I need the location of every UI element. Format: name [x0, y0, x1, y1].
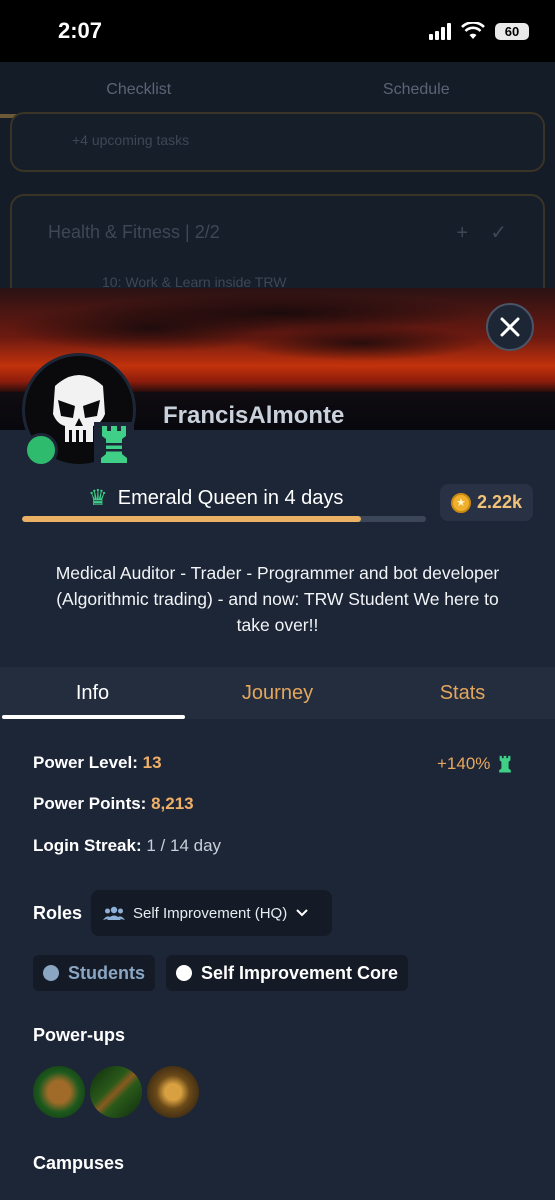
rank-text: Emerald Queen in 4 days	[117, 486, 344, 509]
role-pill-label: Students	[68, 962, 146, 983]
campuses-label: Campuses	[33, 1153, 125, 1173]
login-streak-value: 1 / 14 day	[146, 836, 222, 855]
powerup-matrix-wand-icon[interactable]	[90, 1066, 142, 1118]
background-screen: Checklist Schedule +4 upcoming tasks Hea…	[0, 62, 555, 288]
rook-icon	[499, 755, 512, 773]
background-tab-schedule: Schedule	[382, 81, 450, 98]
active-tab-indicator	[2, 715, 185, 719]
power-points-label: Power Points:	[33, 794, 147, 813]
power-level-value: 13	[142, 753, 162, 772]
power-points-value: 8,213	[151, 794, 194, 813]
rank-progress-bar	[22, 516, 426, 522]
background-card-text: +4 upcoming tasks	[72, 132, 190, 148]
profile-bio: Medical Auditor - Trader - Programmer an…	[55, 563, 500, 635]
cellular-signal-icon	[429, 22, 451, 40]
rook-rank-badge-icon	[94, 422, 134, 466]
queen-crown-icon: ♛	[88, 485, 108, 510]
close-icon	[500, 317, 520, 337]
chevron-down-icon	[296, 909, 308, 917]
background-tab-checklist: Checklist	[106, 81, 172, 98]
role-color-dot	[176, 965, 192, 981]
roles-label: Roles	[33, 903, 83, 923]
power-level-label: Power Level:	[33, 753, 138, 772]
powerup-matrix-hand-icon[interactable]	[33, 1066, 85, 1118]
login-streak-label: Login Streak:	[33, 836, 142, 855]
app-root: 2:07 60 Checklist Schedule +4 upcoming t…	[0, 0, 555, 1200]
power-boost: +140%	[437, 753, 514, 775]
battery-indicator: 60	[495, 22, 529, 40]
powerup-hourglass-icon[interactable]	[147, 1066, 199, 1118]
powerups-label: Power-ups	[33, 1025, 126, 1045]
power-points-row: Power Points: 8,213	[33, 794, 194, 814]
group-icon	[103, 906, 125, 920]
wifi-icon	[461, 22, 485, 39]
power-level-row: Power Level: 13	[33, 753, 162, 773]
power-boost-value: +140%	[437, 754, 491, 773]
role-pill-self-improvement-core[interactable]: Self Improvement Core	[166, 955, 409, 991]
close-button[interactable]	[486, 303, 534, 351]
status-icons: 60	[429, 22, 529, 40]
tab-journey[interactable]: Journey	[185, 667, 370, 719]
background-card-upcoming: +4 upcoming tasks	[10, 112, 545, 172]
profile-username: FrancisAlmonte	[163, 402, 345, 429]
background-card-health: Health & Fitness | 2/2 + ✓ 10: Work & Le…	[10, 194, 545, 288]
background-card-subtitle: 10: Work & Learn inside TRW	[102, 274, 287, 288]
rank-progress-fill	[22, 516, 362, 522]
coins-value: 2.22k	[476, 492, 523, 512]
background-tabs: Checklist Schedule	[0, 62, 555, 118]
background-card-title: Health & Fitness | 2/2	[48, 222, 220, 242]
roles-selected-value: Self Improvement (HQ)	[133, 904, 288, 922]
tab-stats[interactable]: Stats	[370, 667, 555, 719]
coins-badge[interactable]: ★ 2.22k	[440, 484, 533, 521]
rank-progress-label: ♛ Emerald Queen in 4 days	[88, 485, 343, 511]
coin-icon: ★	[450, 492, 471, 513]
role-pill-students[interactable]: Students	[33, 955, 156, 991]
profile-tabs: Info Journey Stats	[0, 667, 555, 719]
online-status-indicator	[24, 433, 58, 467]
background-card-actions: + ✓	[456, 222, 507, 244]
status-time: 2:07	[58, 18, 103, 43]
status-bar: 2:07 60	[0, 0, 555, 62]
role-pill-label: Self Improvement Core	[201, 962, 399, 983]
login-streak-row: Login Streak: 1 / 14 day	[33, 836, 221, 856]
roles-dropdown[interactable]: Self Improvement (HQ)	[91, 890, 332, 936]
tab-info[interactable]: Info	[0, 667, 185, 719]
role-color-dot	[43, 965, 59, 981]
